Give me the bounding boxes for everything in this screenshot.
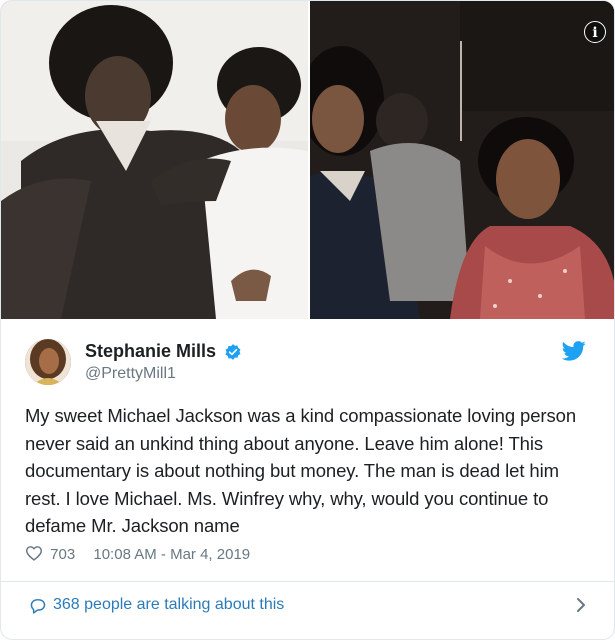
- display-name[interactable]: Stephanie Mills: [85, 341, 216, 361]
- tweet-header: Stephanie Mills @PrettyMill1: [25, 337, 590, 385]
- author-name-row[interactable]: Stephanie Mills: [85, 341, 242, 363]
- photo-left[interactable]: [1, 1, 308, 319]
- photo-right[interactable]: i: [310, 1, 614, 319]
- conversation-count-label[interactable]: 368 people are talking about this: [53, 596, 284, 614]
- sepia-photo-illustration: [1, 1, 308, 319]
- tweet-media[interactable]: i: [1, 1, 614, 319]
- tweet-card[interactable]: i Stephanie Mills @PrettyMill1 My sweet …: [0, 0, 615, 640]
- avatar-image: [25, 339, 71, 385]
- twitter-bird-icon[interactable]: [562, 341, 586, 361]
- timestamp[interactable]: 10:08 AM - Mar 4, 2019: [93, 546, 250, 563]
- like-count[interactable]: 703: [50, 546, 75, 563]
- verified-badge-icon: [226, 343, 241, 360]
- conversation-link[interactable]: 368 people are talking about this: [1, 582, 614, 629]
- avatar[interactable]: [25, 339, 71, 385]
- tweet-text: My sweet Michael Jackson was a kind comp…: [25, 405, 577, 536]
- comment-bubble-icon: [30, 599, 46, 614]
- chevron-right-icon[interactable]: [576, 597, 586, 613]
- dark-photo-illustration: [310, 1, 614, 319]
- handle[interactable]: @PrettyMill1: [85, 365, 176, 383]
- heart-icon[interactable]: [25, 545, 43, 561]
- tweet-meta: 703 10:08 AM - Mar 4, 2019: [25, 545, 250, 567]
- info-icon[interactable]: i: [584, 21, 606, 43]
